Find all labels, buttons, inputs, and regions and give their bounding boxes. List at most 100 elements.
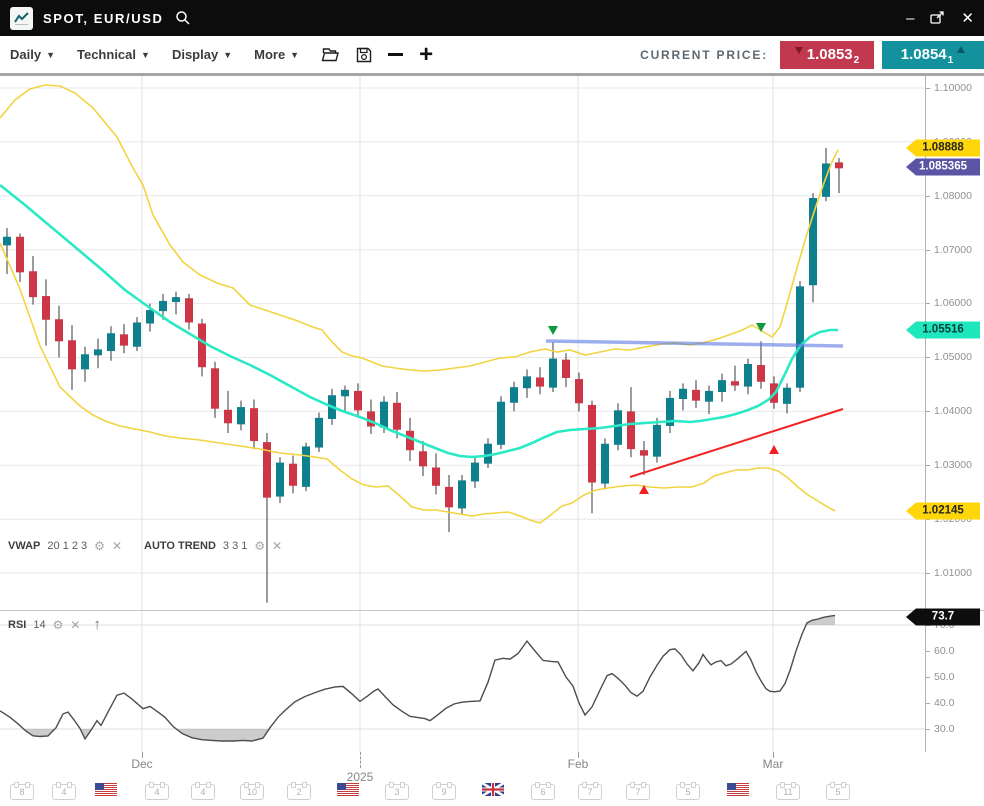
menu-more[interactable]: More▼ <box>254 47 299 62</box>
time-axis: Dec 2025 Feb Mar 8 4 4 4 10 2 3 9 6 7 7 5 11 5 <box>0 752 984 806</box>
popout-button[interactable] <box>930 11 945 25</box>
support-line[interactable] <box>630 409 843 477</box>
minimize-button[interactable]: – <box>906 11 914 26</box>
titlebar: SPOT, EUR/USD – ✕ <box>0 0 984 36</box>
trading-app-window: SPOT, EUR/USD – ✕ Daily▼ Technical▼ Disp… <box>0 0 984 806</box>
month-label: 2025 <box>347 770 374 784</box>
vwap-settings-icon[interactable]: ⚙ <box>94 539 105 553</box>
calendar-event-icon[interactable]: 4 <box>191 784 215 800</box>
current-price-label: CURRENT PRICE: <box>640 48 768 62</box>
menu-technical[interactable]: Technical▼ <box>77 47 150 62</box>
autotrend-indicator-params: 3 3 1 <box>223 540 247 552</box>
calendar-event-icon[interactable]: 5 <box>826 784 850 800</box>
calendar-event-icon[interactable]: 4 <box>52 784 76 800</box>
month-label: Feb <box>568 757 589 771</box>
axis-tick <box>926 88 930 89</box>
us-flag-event-icon[interactable] <box>337 783 359 801</box>
save-icon[interactable] <box>356 47 372 63</box>
calendar-event-icon[interactable]: 4 <box>145 784 169 800</box>
rsi-axis-label: 50.0 <box>934 671 954 683</box>
price-axis-label: 1.05000 <box>934 351 972 363</box>
price-axis-label: 1.06000 <box>934 297 972 309</box>
rsi-axis-label: 60.0 <box>934 645 954 657</box>
bid-price-badge: 1.08532 <box>780 41 874 69</box>
calendar-event-icon[interactable]: 10 <box>240 784 264 800</box>
move-indicator-up-icon[interactable]: ↑ <box>93 616 101 633</box>
zoom-out-button[interactable] <box>388 53 403 56</box>
autotrend-settings-icon[interactable]: ⚙ <box>254 539 265 553</box>
price-axis-label: 1.04000 <box>934 405 972 417</box>
axis-tick <box>926 677 930 678</box>
month-tick <box>360 752 361 768</box>
menu-daily[interactable]: Daily▼ <box>10 47 55 62</box>
calendar-event-icon[interactable]: 7 <box>578 784 602 800</box>
us-flag-event-icon[interactable] <box>727 783 749 801</box>
month-label: Mar <box>763 757 784 771</box>
calendar-event-icon[interactable]: 9 <box>432 784 456 800</box>
price-axis-label: 1.01000 <box>934 567 972 579</box>
vwap-indicator-label: VWAP <box>8 540 40 552</box>
candles-layer[interactable] <box>3 148 843 603</box>
gb-flag-event-icon[interactable] <box>482 783 504 801</box>
rsi-indicator-label: RSI <box>8 619 26 631</box>
calendar-event-icon[interactable]: 3 <box>385 784 409 800</box>
price-axis-label: 1.07000 <box>934 244 972 256</box>
trend-down-marker <box>548 326 558 335</box>
arrow-up-icon <box>957 46 965 53</box>
close-button[interactable]: ✕ <box>961 11 974 26</box>
calendar-event-icon[interactable]: 5 <box>676 784 700 800</box>
axis-tick <box>926 703 930 704</box>
zoom-in-button[interactable]: + <box>419 45 433 65</box>
rsi-chart-canvas[interactable] <box>0 610 925 752</box>
rsi-axis-label: 30.0 <box>934 723 954 735</box>
menu-display[interactable]: Display▼ <box>172 47 232 62</box>
axis-tick <box>926 729 930 730</box>
autotrend-remove-icon[interactable]: ✕ <box>272 539 282 553</box>
chart-area[interactable]: VWAP 20 1 2 3 ⚙ ✕ AUTO TREND 3 3 1 ⚙ ✕ R… <box>0 76 984 806</box>
rsi-settings-icon[interactable]: ⚙ <box>53 618 64 632</box>
calendar-event-icon[interactable]: 8 <box>10 784 34 800</box>
vwap-indicator-params: 20 1 2 3 <box>47 540 87 552</box>
window-title: SPOT, EUR/USD <box>43 11 163 26</box>
autotrend-indicator-label: AUTO TREND <box>144 540 216 552</box>
axis-tick <box>926 573 930 574</box>
calendar-event-icon[interactable]: 6 <box>531 784 555 800</box>
window-controls: – ✕ <box>906 11 974 26</box>
axis-tick <box>926 411 930 412</box>
chevron-down-icon: ▼ <box>46 50 55 60</box>
month-label: Dec <box>131 757 152 771</box>
rsi-line <box>0 615 835 741</box>
calendar-event-icon[interactable]: 11 <box>776 784 800 800</box>
chevron-down-icon: ▼ <box>223 50 232 60</box>
axis-tick <box>926 196 930 197</box>
price-chart-canvas[interactable] <box>0 76 925 610</box>
price-marker-badge: 1.08888 <box>906 140 980 157</box>
calendar-event-icon[interactable]: 2 <box>287 784 311 800</box>
rsi-value-badge: 73.7 <box>906 609 980 626</box>
rsi-indicator-params: 14 <box>33 619 45 631</box>
chart-app-icon <box>10 7 33 30</box>
us-flag-event-icon[interactable] <box>95 783 117 801</box>
open-folder-icon[interactable] <box>321 47 340 62</box>
axis-tick <box>926 357 930 358</box>
price-marker-badge: 1.085365 <box>906 159 980 176</box>
panel-divider[interactable] <box>0 610 984 611</box>
chevron-down-icon: ▼ <box>290 50 299 60</box>
search-icon[interactable] <box>175 10 191 26</box>
indicator-labels-row: VWAP 20 1 2 3 ⚙ ✕ AUTO TREND 3 3 1 ⚙ ✕ <box>8 539 282 553</box>
axis-tick <box>926 465 930 466</box>
toolbar: Daily▼ Technical▼ Display▼ More▼ + CURRE… <box>0 36 984 76</box>
rsi-remove-icon[interactable]: ✕ <box>70 618 80 632</box>
price-axis-label: 1.10000 <box>934 82 972 94</box>
axis-tick <box>926 651 930 652</box>
ask-price-badge: 1.08541 <box>882 41 984 69</box>
vwap-line[interactable] <box>0 185 838 457</box>
price-axis-label: 1.03000 <box>934 459 972 471</box>
axis-tick <box>926 250 930 251</box>
price-marker-badge: 1.02145 <box>906 503 980 520</box>
rsi-axis-label: 40.0 <box>934 697 954 709</box>
rsi-labels-row: RSI 14 ⚙ ✕ ↑ <box>8 616 101 633</box>
trend-up-marker <box>769 445 779 454</box>
calendar-event-icon[interactable]: 7 <box>626 784 650 800</box>
vwap-remove-icon[interactable]: ✕ <box>112 539 122 553</box>
